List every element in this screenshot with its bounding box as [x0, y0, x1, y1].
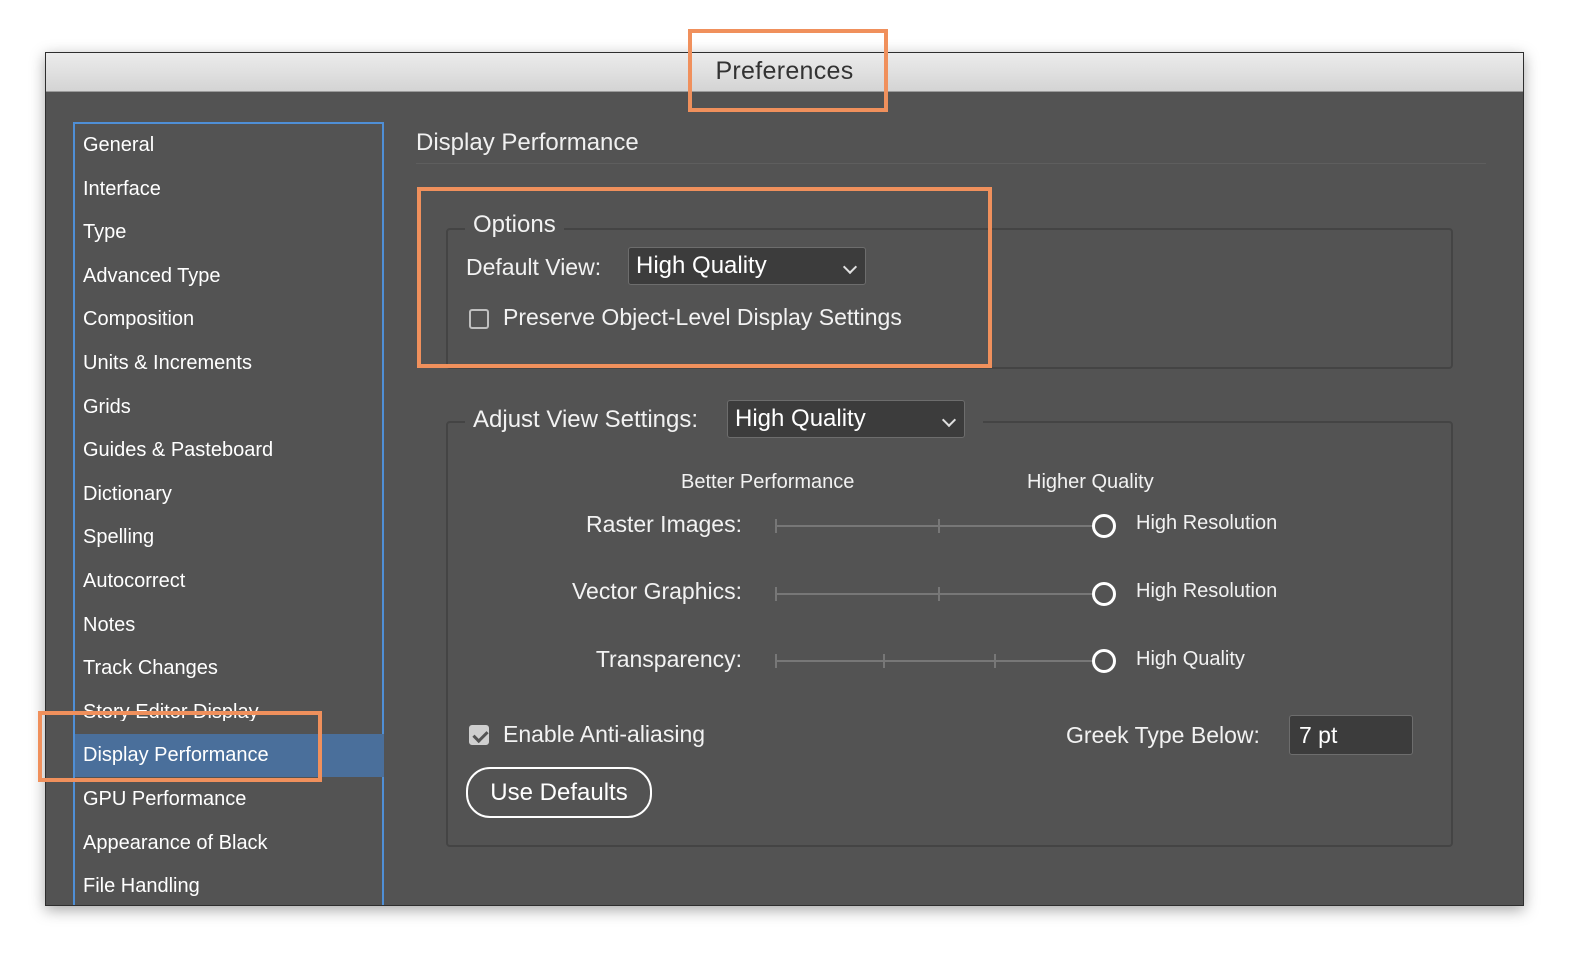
sidebar-item-notes[interactable]: Notes — [75, 604, 384, 647]
transparency-slider-tick — [883, 654, 885, 668]
greek-type-input[interactable]: 7 pt — [1289, 715, 1413, 755]
sidebar-item-general[interactable]: General — [75, 124, 384, 167]
options-legend: Options — [465, 211, 564, 239]
sidebar-item-gpu-performance[interactable]: GPU Performance — [75, 778, 384, 821]
raster-slider-handle[interactable] — [1092, 514, 1116, 538]
sidebar-item-grids[interactable]: Grids — [75, 386, 384, 429]
sidebar-item-story-editor-display[interactable]: Story Editor Display — [75, 691, 384, 721]
sidebar-item-type[interactable]: Type — [75, 211, 384, 254]
title-divider — [416, 163, 1486, 164]
transparency-label: Transparency: — [595, 646, 742, 672]
sidebar-item-interface[interactable]: Interface — [75, 168, 384, 211]
raster-images-label: Raster Images: — [586, 511, 742, 537]
checkmark-icon — [472, 726, 489, 744]
window-title: Preferences — [715, 57, 854, 85]
default-view-dropdown[interactable]: High Quality — [628, 247, 866, 285]
chevron-down-icon — [941, 412, 957, 428]
vector-graphics-label: Vector Graphics: — [571, 578, 742, 604]
default-view-value: High Quality — [636, 252, 767, 279]
preferences-window: Preferences General Interface Type Advan… — [45, 52, 1524, 906]
adjust-view-value: High Quality — [735, 405, 866, 432]
sidebar-item-file-handling[interactable]: File Handling — [75, 865, 384, 905]
transparency-slider-track[interactable] — [775, 660, 1105, 662]
vector-slider-track[interactable] — [775, 593, 1105, 595]
transparency-slider-tick — [994, 654, 996, 668]
sidebar-item-track-changes[interactable]: Track Changes — [75, 647, 384, 690]
sidebar-item-display-performance[interactable]: Display Performance — [75, 734, 384, 778]
sidebar-item-units-increments[interactable]: Units & Increments — [75, 342, 384, 385]
raster-slider-tick — [775, 519, 777, 533]
use-defaults-button[interactable]: Use Defaults — [466, 767, 652, 818]
raster-level-label: High Resolution — [1136, 512, 1278, 534]
sidebar-item-autocorrect[interactable]: Autocorrect — [75, 560, 384, 603]
preserve-settings-label: Preserve Object-Level Display Settings — [503, 304, 902, 330]
chevron-down-icon — [842, 259, 858, 275]
title-bar[interactable]: Preferences — [46, 53, 1523, 92]
vector-slider-tick — [775, 587, 777, 601]
sidebar-item-dictionary[interactable]: Dictionary — [75, 473, 384, 516]
raster-slider-tick — [938, 519, 940, 533]
panel-title: Display Performance — [416, 129, 639, 156]
default-view-label: Default View: — [466, 254, 602, 280]
sidebar-item-spelling[interactable]: Spelling — [75, 516, 384, 559]
preserve-settings-checkbox[interactable] — [469, 309, 489, 329]
transparency-slider-tick — [775, 654, 777, 668]
preferences-sidebar: General Interface Type Advanced Type Com… — [73, 122, 384, 905]
sidebar-item-guides-pasteboard[interactable]: Guides & Pasteboard — [75, 429, 384, 472]
vector-slider-handle[interactable] — [1092, 582, 1116, 606]
raster-slider-track[interactable] — [775, 525, 1105, 527]
sidebar-item-advanced-type[interactable]: Advanced Type — [75, 255, 384, 298]
transparency-level-label: High Quality — [1136, 648, 1245, 670]
vector-level-label: High Resolution — [1136, 580, 1278, 602]
anti-aliasing-label: Enable Anti-aliasing — [503, 721, 706, 747]
higher-quality-heading: Higher Quality — [1027, 471, 1154, 493]
sidebar-item-composition[interactable]: Composition — [75, 298, 384, 341]
better-performance-heading: Better Performance — [681, 471, 855, 493]
adjust-view-label: Adjust View Settings: — [473, 406, 699, 433]
adjust-view-dropdown[interactable]: High Quality — [727, 400, 965, 438]
options-group — [446, 228, 1453, 369]
vector-slider-tick — [938, 587, 940, 601]
transparency-slider-handle[interactable] — [1092, 649, 1116, 673]
sidebar-item-appearance-of-black[interactable]: Appearance of Black — [75, 822, 384, 865]
anti-aliasing-checkbox[interactable] — [469, 725, 489, 745]
greek-type-label: Greek Type Below: — [1066, 722, 1260, 748]
